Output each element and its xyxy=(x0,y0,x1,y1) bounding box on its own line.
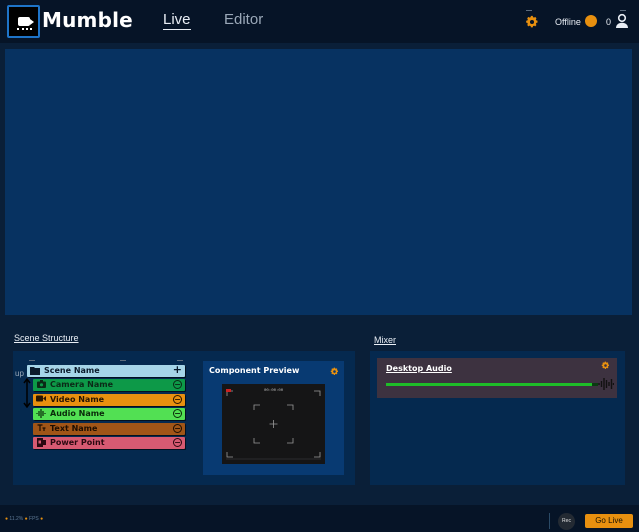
volume-meter[interactable] xyxy=(386,383,598,386)
fps-icon: ● xyxy=(24,516,28,522)
audio-waveform-icon[interactable] xyxy=(598,376,614,392)
remove-icon[interactable]: − xyxy=(173,438,182,447)
app-logo[interactable] xyxy=(7,5,40,38)
performance-stats: ● 11.2% ● FPS ● xyxy=(5,516,43,522)
remove-icon[interactable]: − xyxy=(173,409,182,418)
gear-icon[interactable] xyxy=(525,15,539,29)
camera-viewfinder xyxy=(222,384,325,464)
presentation-icon xyxy=(36,438,46,448)
record-button[interactable]: Rec xyxy=(558,513,575,530)
video-icon xyxy=(36,395,46,405)
tab-editor[interactable]: Editor xyxy=(224,11,263,28)
move-up-label: up xyxy=(15,369,24,378)
bottom-status-bar xyxy=(0,505,639,532)
scene-structure-title: Scene Structure xyxy=(14,333,79,343)
status-dot-icon: ● xyxy=(40,516,44,522)
scene-item-label: Audio Name xyxy=(50,409,105,418)
audio-icon xyxy=(36,409,46,419)
scene-item-label: Power Point xyxy=(50,438,105,447)
live-preview-canvas[interactable] xyxy=(5,49,632,315)
go-live-button[interactable]: Go Live xyxy=(585,514,633,528)
viewfinder-frame-icon xyxy=(226,390,321,460)
scene-item-scene[interactable]: Scene Name + xyxy=(27,364,185,377)
stream-status-text: Offline xyxy=(555,17,581,27)
gear-icon[interactable] xyxy=(330,367,339,376)
scene-item-label: Text Name xyxy=(50,424,98,433)
component-preview-title: Component Preview xyxy=(209,366,300,375)
remove-icon[interactable]: − xyxy=(173,395,182,404)
viewer-count: 0 xyxy=(606,17,612,27)
scene-item-camera[interactable]: Camera Name − xyxy=(33,379,185,391)
app-title: Mumble xyxy=(42,8,133,32)
gear-icon[interactable] xyxy=(601,361,610,370)
move-arrow-icon[interactable] xyxy=(22,378,32,408)
panel-hint-mark xyxy=(177,360,183,361)
scene-item-label: Camera Name xyxy=(50,380,114,389)
scene-item-power-point[interactable]: Power Point − xyxy=(33,437,185,449)
panel-hint-mark xyxy=(120,360,126,361)
panel-hint-mark xyxy=(29,360,35,361)
mixer-channel-label: Desktop Audio xyxy=(386,364,452,373)
scene-item-label: Video Name xyxy=(50,395,105,404)
user-hint-mark xyxy=(620,10,626,11)
cpu-icon: ● xyxy=(5,516,9,522)
volume-meter-fill xyxy=(386,383,592,386)
scene-item-audio[interactable]: Audio Name − xyxy=(33,408,185,420)
camera-icon xyxy=(36,380,46,390)
camera-timecode: 00:00:00 xyxy=(264,389,284,393)
text-icon xyxy=(36,424,46,434)
rec-indicator-icon xyxy=(226,389,231,392)
cpu-usage: 11.2% xyxy=(9,516,24,522)
settings-hint-mark xyxy=(526,10,532,11)
footer-divider xyxy=(549,513,550,529)
remove-icon[interactable]: − xyxy=(173,424,182,433)
fps-label: FPS xyxy=(29,516,39,522)
status-indicator-icon xyxy=(585,15,597,27)
add-icon[interactable]: + xyxy=(173,364,182,376)
scene-item-video[interactable]: Video Name − xyxy=(33,394,185,406)
remove-icon[interactable]: − xyxy=(173,380,182,389)
user-icon[interactable] xyxy=(614,13,630,29)
folder-icon xyxy=(30,366,40,376)
scene-item-text[interactable]: Text Name − xyxy=(33,423,185,435)
tab-live[interactable]: Live xyxy=(163,11,191,30)
scene-item-label: Scene Name xyxy=(44,366,100,375)
mixer-title: Mixer xyxy=(374,335,396,345)
